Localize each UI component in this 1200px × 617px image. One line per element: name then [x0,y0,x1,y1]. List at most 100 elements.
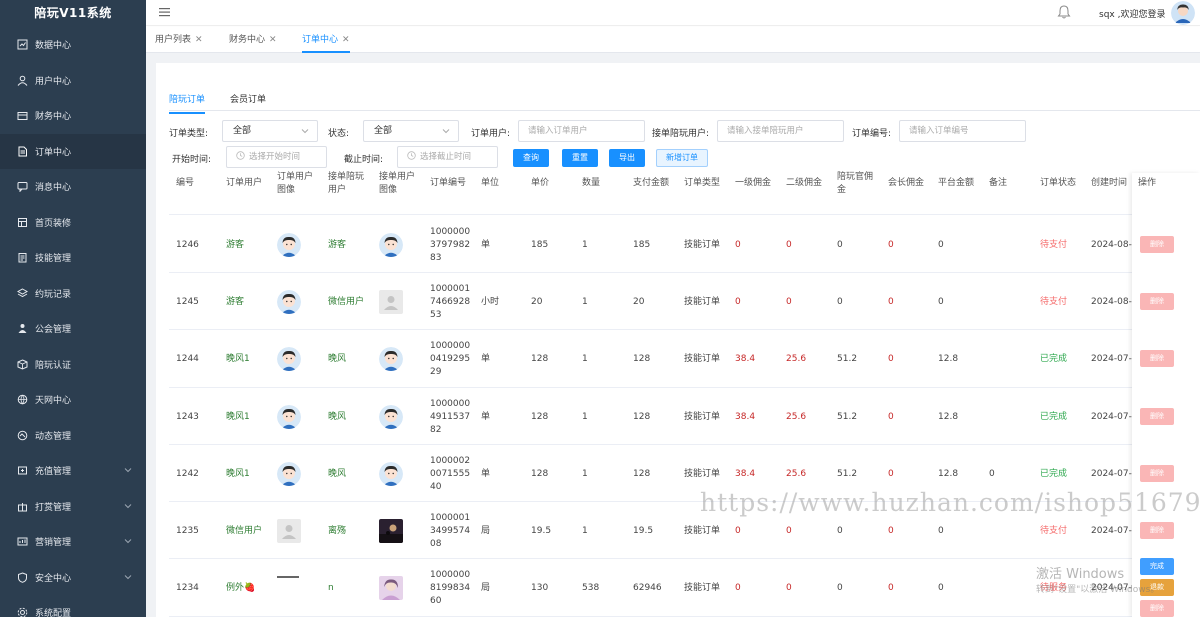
sidebar-item-home[interactable]: 首页装修 [0,205,146,240]
sidebar-item-settings[interactable]: 系统配置 [0,595,146,617]
delete-button[interactable]: 删除 [1140,293,1174,310]
col-commission-2: 二级佣金 [786,178,823,188]
reset-button[interactable]: 重置 [562,149,598,167]
sidebar-item-cube[interactable]: 陪玩认证 [0,347,146,382]
cell-companion[interactable]: 微信用户 [328,296,364,309]
tab-user-list[interactable]: 用户列表 ✕ [155,27,203,53]
tab-orders[interactable]: 订单中心 ✕ [302,27,350,53]
complete-button[interactable]: 完成 [1140,558,1174,575]
sidebar-item-marketing[interactable]: 营销管理 [0,524,146,559]
menu-toggle-icon[interactable] [159,7,170,17]
cell-user[interactable]: 游客 [226,239,244,252]
col-commission-1: 一级佣金 [735,178,772,188]
wallet-icon [16,110,28,122]
sidebar-item-document[interactable]: 订单中心 [0,133,146,169]
clock-icon [407,151,416,160]
delete-button[interactable]: 删除 [1140,522,1174,539]
sidebar-item-wallet[interactable]: 财务中心 [0,98,146,133]
chevron-down-icon[interactable] [124,573,132,581]
cell-user[interactable]: 晚风1 [226,411,250,424]
sidebar-item-layers[interactable]: 约玩记录 [0,276,146,311]
cell-official: 0 [837,297,843,307]
cell-platform: 12.8 [938,354,959,364]
tab-companion-orders[interactable]: 陪玩订单 [169,92,206,114]
start-time-input[interactable]: 选择开始时间 [226,146,327,168]
cell-order-no: 1000002 0071555 40 [430,455,470,494]
tab-member-orders[interactable]: 会员订单 [230,92,266,105]
cell-companion[interactable]: 游客 [328,239,346,252]
cell-user[interactable]: 微信用户 [226,525,262,538]
cell-order-no: 1000001 7466928 53 [430,283,470,322]
close-icon[interactable]: ✕ [342,35,350,45]
user-avatar [277,405,301,429]
cell-user[interactable]: 游客 [226,296,244,309]
sidebar-item-gift[interactable]: 打赏管理 [0,489,146,524]
export-button[interactable]: 导出 [609,149,645,167]
avatar[interactable] [1171,1,1195,25]
user-avatar [277,347,301,371]
end-time-input[interactable]: 选择截止时间 [397,146,498,168]
cell-user[interactable]: 例外🍓 [226,582,255,595]
user-avatar [277,519,301,543]
cell-official: 51.2 [837,354,858,364]
companion-avatar [379,233,403,257]
cell-order-no: 1000000 8199834 60 [430,569,470,608]
delete-button[interactable]: 删除 [1140,408,1174,425]
order-no-label: 订单编号: [852,129,892,139]
tab-label: 订单中心 [302,35,339,45]
chevron-down-icon[interactable] [124,502,132,510]
watermark: https://www.huzhan.com/ishop51679 [700,488,1200,517]
cell-id: 1244 [176,354,199,364]
add-order-button[interactable]: 新增订单 [656,149,708,167]
tab-label: 财务中心 [229,35,266,45]
sidebar-item-globe[interactable]: 天网中心 [0,382,146,417]
delete-button[interactable]: 删除 [1140,350,1174,367]
cell-companion[interactable]: 晚风 [328,468,346,481]
sidebar-item-label: 消息中心 [35,183,72,193]
cell-c1: 0 [735,583,741,593]
order-no-line: 82 [430,425,442,435]
delete-button[interactable]: 删除 [1140,236,1174,253]
cell-official: 51.2 [837,412,858,422]
sidebar-item-dynamic[interactable]: 动态管理 [0,418,146,453]
close-icon[interactable]: ✕ [195,35,203,45]
companion-avatar [379,576,403,600]
cell-companion[interactable]: 晚风 [328,411,346,424]
user-icon [16,74,28,86]
delete-button[interactable]: 删除 [1140,600,1174,617]
order-no-input[interactable]: 请输入订单编号 [899,120,1026,142]
sidebar-item-clipboard[interactable]: 技能管理 [0,240,146,275]
sidebar-item-shield[interactable]: 安全中心 [0,560,146,595]
cell-paid: 19.5 [633,526,654,536]
status-select[interactable]: 全部 [363,120,459,142]
cell-order-no: 1000000 4911537 82 [430,398,470,437]
sidebar-item-user[interactable]: 用户中心 [0,63,146,98]
chevron-down-icon[interactable] [124,537,132,545]
cell-companion[interactable]: n [328,582,334,595]
cell-user[interactable]: 晚风1 [226,353,250,366]
sidebar-item-message[interactable]: 消息中心 [0,169,146,204]
cell-qty: 1 [582,469,588,479]
cell-paid: 128 [633,469,651,479]
order-user-input[interactable]: 请输入订单用户 [518,120,645,142]
companion-user-label: 接单陪玩用户: [652,129,710,139]
cell-companion[interactable]: 离殇 [328,525,346,538]
cell-user[interactable]: 晚风1 [226,468,250,481]
order-type-select[interactable]: 全部 [222,120,318,142]
user-avatar [277,462,301,486]
companion-avatar [379,462,403,486]
tab-finance[interactable]: 财务中心 ✕ [229,27,277,53]
query-button[interactable]: 查询 [513,149,549,167]
sidebar-item-label: 首页装修 [35,218,72,229]
col-user: 订单用户 [226,178,263,188]
table-row: 1243 晚风1 单 128 1 128 技能订单 38.4 25.6 51.2 0 12.8 已完成 2… [169,388,1200,445]
sidebar-item-chart[interactable]: 数据中心 [0,27,146,62]
sidebar-item-recharge[interactable]: 充值管理 [0,453,146,488]
sidebar-item-group[interactable]: 公会管理 [0,311,146,346]
bell-icon[interactable] [1056,4,1072,20]
cell-companion[interactable]: 晚风 [328,353,346,366]
companion-user-input[interactable]: 请输入接单陪玩用户 [717,120,844,142]
chevron-down-icon[interactable] [124,466,132,474]
delete-button[interactable]: 删除 [1140,465,1174,482]
close-icon[interactable]: ✕ [269,35,277,45]
